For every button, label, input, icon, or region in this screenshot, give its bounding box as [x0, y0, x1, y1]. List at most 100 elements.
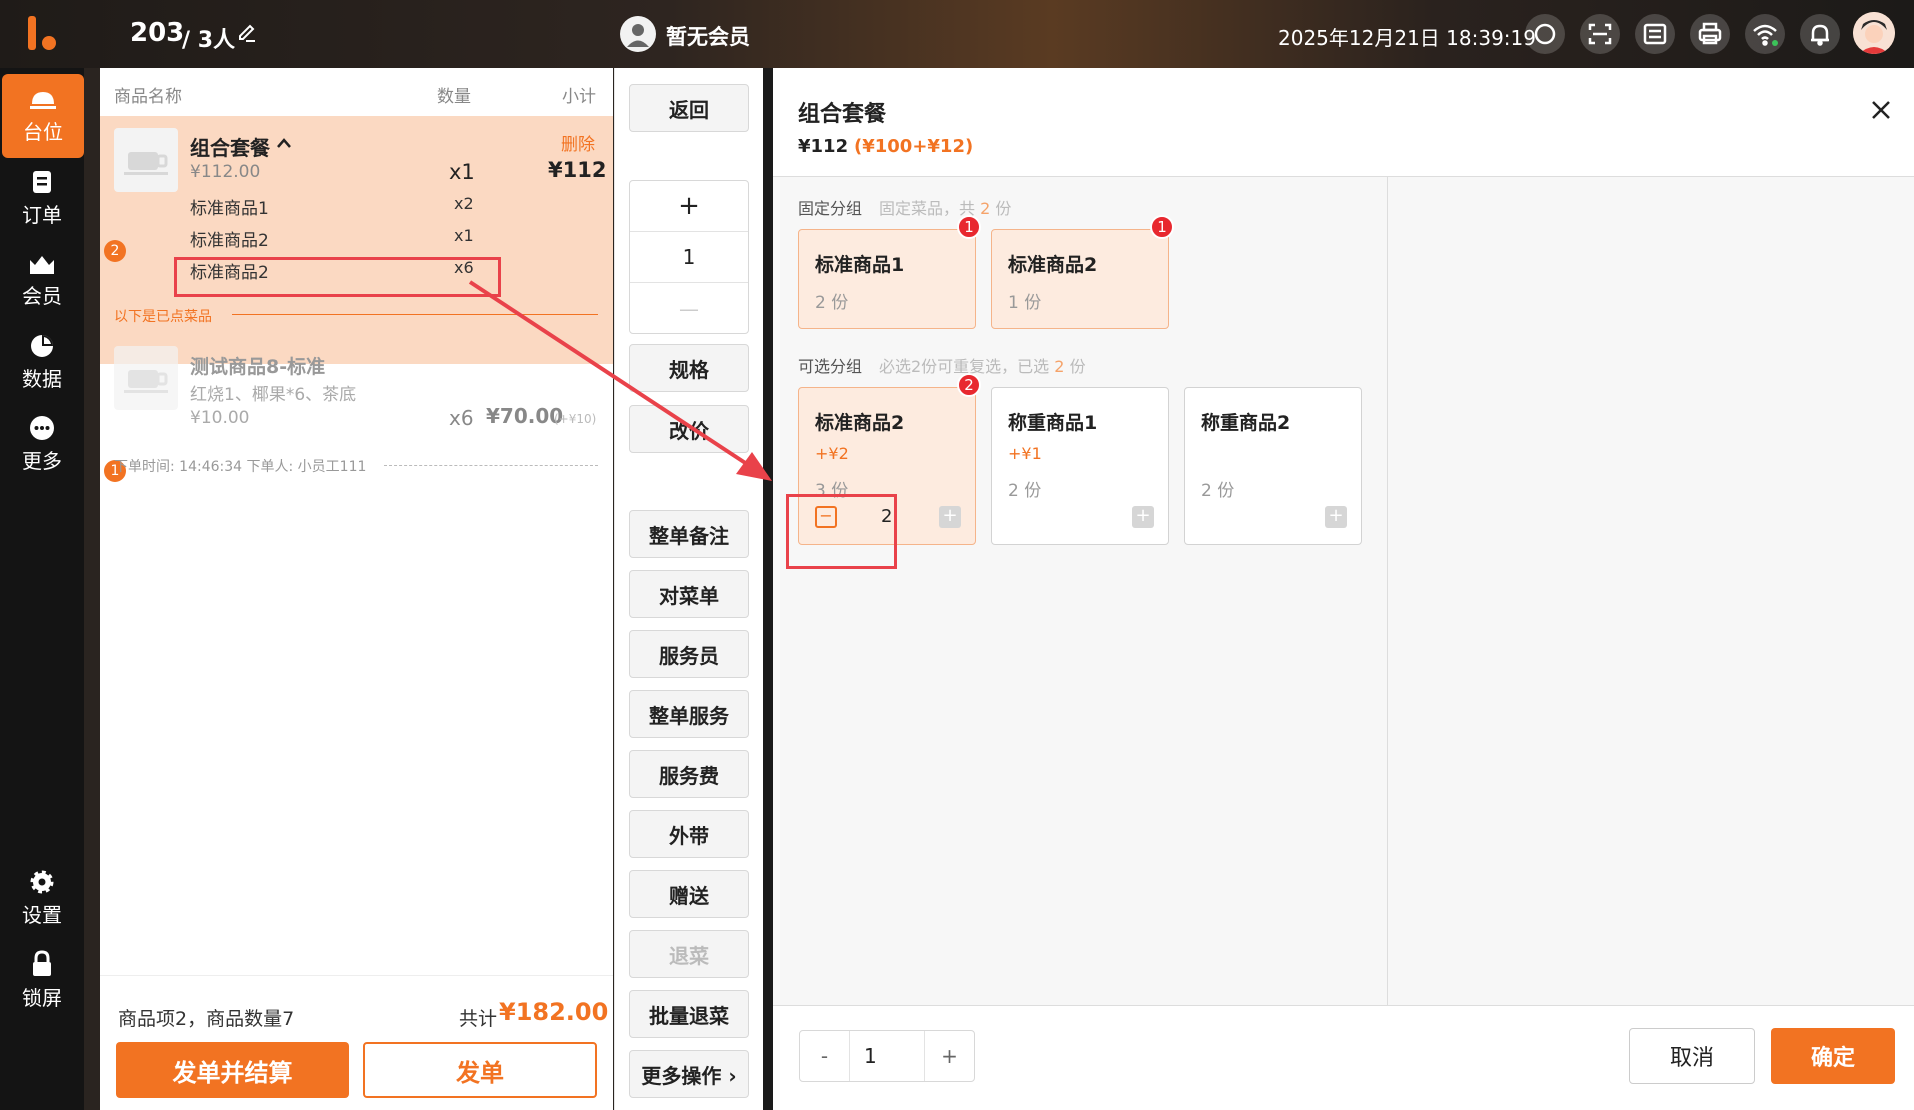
- item-badge: 1: [1150, 215, 1174, 239]
- wifi-icon[interactable]: [1745, 14, 1785, 54]
- combo-subtotal: ¥112: [548, 158, 607, 182]
- send-and-settle-button[interactable]: 发单并结算: [116, 1042, 349, 1098]
- nav-item-lock[interactable]: 锁屏: [0, 938, 84, 1022]
- dining-table-icon: [30, 91, 56, 109]
- combo-dialog: 组合套餐 ¥112 (¥100+¥12) 固定分组 固定菜品，共 2 份 标准商…: [773, 68, 1914, 1110]
- ordered-item-extra: (+¥10): [554, 412, 597, 426]
- return-dish-button[interactable]: 退菜: [629, 930, 749, 978]
- more-actions-button[interactable]: 更多操作 ›: [629, 1050, 749, 1098]
- side-nav: 台位 订单 会员 数据 更多 设置 锁屏: [0, 68, 84, 1110]
- panel-divider: [763, 68, 773, 1110]
- qty-plus-button[interactable]: +: [630, 181, 748, 232]
- confirm-button[interactable]: 确定: [1771, 1028, 1895, 1084]
- nav-label: 会员: [22, 283, 62, 308]
- spec-button[interactable]: 规格: [629, 344, 749, 392]
- annotation-highlight-box: [174, 257, 501, 297]
- ordered-item-price: ¥10.00: [190, 408, 250, 428]
- item-extra-price: +¥2: [815, 444, 849, 463]
- combo-qty-value[interactable]: 1: [850, 1031, 924, 1081]
- nav-item-members[interactable]: 会员: [0, 238, 84, 322]
- takeaway-button[interactable]: 外带: [629, 810, 749, 858]
- order-service-button[interactable]: 整单服务: [629, 690, 749, 738]
- gift-button[interactable]: 赠送: [629, 870, 749, 918]
- dialog-title: 组合套餐: [798, 102, 887, 127]
- close-icon[interactable]: [1869, 98, 1893, 122]
- item-name: 标准商品2: [1008, 254, 1098, 276]
- search-icon[interactable]: [1525, 14, 1565, 54]
- combo-qty: x1: [449, 160, 475, 184]
- fixed-group-hint: 固定菜品，共 2 份: [879, 199, 1012, 218]
- order-total: ¥182.00: [499, 998, 609, 1026]
- nav-item-more[interactable]: 更多: [0, 402, 84, 486]
- user-avatar[interactable]: [1853, 12, 1895, 54]
- nav-item-orders[interactable]: 订单: [0, 156, 84, 240]
- combo-order-row[interactable]: 2 组合套餐 删除 ¥112.00 x1 ¥112 标准商品1 x2 标准商品2…: [100, 116, 613, 364]
- combo-quantity-stepper: - 1 +: [799, 1030, 975, 1082]
- batch-return-button[interactable]: 批量退菜: [629, 990, 749, 1038]
- column-header-subtotal: 小计: [562, 87, 596, 107]
- item-name: 称重商品2: [1201, 412, 1291, 434]
- datetime: 2025年12月21日 18:39:19: [1278, 26, 1536, 50]
- delete-button[interactable]: 删除: [561, 130, 595, 155]
- ordered-divider-label: 以下是已点菜品: [114, 309, 212, 325]
- bell-icon[interactable]: [1800, 14, 1840, 54]
- optional-item-card[interactable]: 称重商品2 2 份 +: [1184, 387, 1362, 545]
- check-menu-button[interactable]: 对菜单: [629, 570, 749, 618]
- column-header-name: 商品名称: [114, 87, 182, 107]
- combo-subitem-name: 标准商品2: [190, 231, 269, 251]
- nav-item-data[interactable]: 数据: [0, 320, 84, 404]
- nav-item-settings[interactable]: 设置: [0, 856, 84, 940]
- product-thumbnail: [114, 346, 178, 410]
- app-logo-icon: [28, 16, 56, 50]
- ordered-item-qty: x6: [449, 406, 474, 430]
- nav-item-tables[interactable]: 台位: [2, 74, 84, 158]
- reprice-button[interactable]: 改价: [629, 405, 749, 453]
- item-qty: 1 份: [1008, 293, 1042, 313]
- pie-chart-icon: [31, 334, 53, 357]
- list-icon[interactable]: [1635, 14, 1675, 54]
- ordered-divider-line: [232, 314, 598, 315]
- ordered-item-subtotal: ¥70.00: [486, 404, 564, 428]
- gear-icon: [30, 870, 54, 893]
- fixed-item-card: 标准商品1 2 份: [798, 229, 976, 329]
- back-button[interactable]: 返回: [629, 84, 749, 132]
- item-plus-button[interactable]: +: [939, 506, 961, 528]
- scan-icon[interactable]: [1580, 14, 1620, 54]
- combo-name: 组合套餐: [190, 136, 270, 160]
- combo-price: ¥112.00: [190, 162, 261, 182]
- order-remark-button[interactable]: 整单备注: [629, 510, 749, 558]
- item-plus-button[interactable]: +: [1132, 506, 1154, 528]
- cancel-button[interactable]: 取消: [1629, 1028, 1755, 1084]
- send-order-button[interactable]: 发单: [363, 1042, 597, 1098]
- optional-group-title: 可选分组: [798, 357, 863, 376]
- combo-subitem-qty: x1: [454, 226, 474, 245]
- dialog-price-detail: (¥100+¥12): [854, 136, 974, 157]
- optional-item-card[interactable]: 称重商品1 +¥1 2 份 +: [991, 387, 1169, 545]
- column-header-qty: 数量: [437, 87, 471, 107]
- nav-label: 设置: [22, 902, 62, 927]
- item-plus-button[interactable]: +: [1325, 506, 1347, 528]
- combo-qty-plus-button[interactable]: +: [924, 1031, 974, 1081]
- item-count-badge: 2: [104, 240, 126, 262]
- item-qty: 2 份: [1008, 481, 1042, 501]
- item-name: 标准商品2: [815, 412, 905, 434]
- member-status[interactable]: 暂无会员: [666, 21, 750, 51]
- table-number: 203: [130, 18, 185, 48]
- printer-icon[interactable]: [1690, 14, 1730, 54]
- chevron-up-icon[interactable]: [276, 136, 292, 150]
- waiter-button[interactable]: 服务员: [629, 630, 749, 678]
- edit-icon[interactable]: [236, 22, 258, 44]
- top-bar: 203 / 3人 暂无会员 2025年12月21日 18:39:19: [0, 0, 1914, 68]
- qty-value[interactable]: 1: [630, 232, 748, 283]
- ordered-item-name: 测试商品8-标准: [190, 356, 326, 378]
- service-fee-button[interactable]: 服务费: [629, 750, 749, 798]
- body-divider: [1387, 177, 1388, 1006]
- combo-qty-minus-button[interactable]: -: [800, 1031, 850, 1081]
- nav-label: 订单: [22, 202, 62, 227]
- item-name: 称重商品1: [1008, 412, 1098, 434]
- more-icon: [30, 415, 54, 440]
- member-avatar-icon[interactable]: [620, 16, 656, 52]
- item-badge: 2: [957, 373, 981, 397]
- qty-minus-button[interactable]: —: [630, 283, 748, 334]
- ordered-item-row[interactable]: 1 测试商品8-标准 红烧1、椰果*6、茶底 ¥10.00 x6 ¥70.00 …: [100, 338, 613, 482]
